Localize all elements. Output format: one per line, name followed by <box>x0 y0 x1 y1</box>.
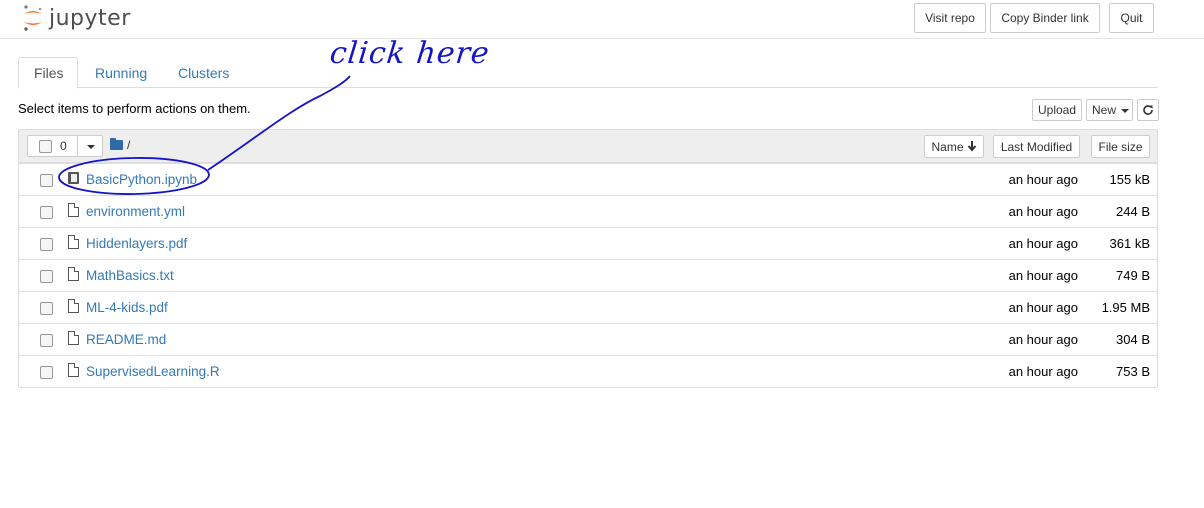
row-checkbox[interactable] <box>40 302 53 315</box>
file-icon <box>68 299 79 313</box>
file-modified: an hour ago <box>1008 172 1078 187</box>
visit-repo-button[interactable]: Visit repo <box>914 3 986 33</box>
file-size: 304 B <box>1116 332 1150 347</box>
copy-binder-link-button[interactable]: Copy Binder link <box>990 3 1100 33</box>
new-caret-icon <box>1121 109 1129 113</box>
tab-clusters[interactable]: Clusters <box>163 57 244 88</box>
file-name-link[interactable]: README.md <box>86 332 166 347</box>
file-name-link[interactable]: Hiddenlayers.pdf <box>86 236 187 251</box>
file-size: 749 B <box>1116 268 1150 283</box>
sort-by-last-modified-button[interactable]: Last Modified <box>993 135 1080 158</box>
name-column-label: Name <box>931 139 964 154</box>
jupyter-logo-icon <box>24 5 42 31</box>
file-list: 0 / Name Last Modified File size BasicPy… <box>18 129 1158 388</box>
row-checkbox[interactable] <box>40 174 53 187</box>
file-name-link[interactable]: SupervisedLearning.R <box>86 364 220 379</box>
new-label: New <box>1092 103 1117 117</box>
header-bar: jupyter Visit repo Copy Binder link Quit <box>0 0 1204 39</box>
folder-icon <box>110 138 123 150</box>
select-divider <box>77 136 78 156</box>
file-size: 1.95 MB <box>1101 300 1150 315</box>
file-modified: an hour ago <box>1008 300 1078 315</box>
row-checkbox[interactable] <box>40 270 53 283</box>
new-dropdown-button[interactable]: New <box>1086 99 1133 121</box>
row-checkbox[interactable] <box>40 238 53 251</box>
select-all-group[interactable]: 0 <box>27 135 103 157</box>
file-size: 155 kB <box>1109 172 1150 187</box>
file-icon <box>68 331 79 345</box>
file-icon <box>68 267 79 281</box>
file-modified: an hour ago <box>1008 332 1078 347</box>
file-row[interactable]: BasicPython.ipynb an hour ago 155 kB <box>19 163 1157 195</box>
file-size: 361 kB <box>1109 236 1150 251</box>
file-row[interactable]: MathBasics.txt an hour ago 749 B <box>19 259 1157 291</box>
select-menu-caret-icon[interactable] <box>87 145 95 149</box>
row-checkbox[interactable] <box>40 334 53 347</box>
tab-files[interactable]: Files <box>18 57 78 89</box>
file-size: 753 B <box>1116 364 1150 379</box>
row-checkbox[interactable] <box>40 206 53 219</box>
upload-button[interactable]: Upload <box>1032 99 1082 121</box>
arrow-down-icon <box>967 141 976 152</box>
quit-button[interactable]: Quit <box>1109 3 1154 33</box>
file-icon <box>68 363 79 377</box>
select-all-checkbox[interactable] <box>39 140 52 153</box>
selection-hint: Select items to perform actions on them. <box>18 101 251 116</box>
breadcrumb-path[interactable]: / <box>127 138 130 152</box>
sort-by-name-button[interactable]: Name <box>924 135 984 158</box>
file-name-link[interactable]: BasicPython.ipynb <box>86 172 197 187</box>
tab-bar: Files Running Clusters <box>18 57 1158 89</box>
file-icon <box>68 235 79 249</box>
refresh-icon <box>1143 105 1153 115</box>
notebook-icon <box>68 172 79 184</box>
file-modified: an hour ago <box>1008 236 1078 251</box>
file-name-link[interactable]: MathBasics.txt <box>86 268 174 283</box>
file-size: 244 B <box>1116 204 1150 219</box>
file-row[interactable]: environment.yml an hour ago 244 B <box>19 195 1157 227</box>
file-modified: an hour ago <box>1008 204 1078 219</box>
logo-text: jupyter <box>49 5 131 31</box>
jupyter-logo[interactable]: jupyter <box>22 3 131 33</box>
file-icon <box>68 203 79 217</box>
file-modified: an hour ago <box>1008 268 1078 283</box>
file-row[interactable]: ML-4-kids.pdf an hour ago 1.95 MB <box>19 291 1157 323</box>
annotation-text: click here <box>328 36 492 71</box>
file-modified: an hour ago <box>1008 364 1078 379</box>
file-list-header: 0 / Name Last Modified File size <box>19 130 1157 163</box>
selected-count: 0 <box>60 139 67 153</box>
file-row[interactable]: Hiddenlayers.pdf an hour ago 361 kB <box>19 227 1157 259</box>
row-checkbox[interactable] <box>40 366 53 379</box>
refresh-button[interactable] <box>1137 99 1159 121</box>
sort-by-file-size-button[interactable]: File size <box>1091 135 1150 158</box>
file-row[interactable]: README.md an hour ago 304 B <box>19 323 1157 355</box>
file-row[interactable]: SupervisedLearning.R an hour ago 753 B <box>19 355 1157 387</box>
tab-running[interactable]: Running <box>80 57 162 88</box>
file-name-link[interactable]: ML-4-kids.pdf <box>86 300 168 315</box>
file-name-link[interactable]: environment.yml <box>86 204 185 219</box>
